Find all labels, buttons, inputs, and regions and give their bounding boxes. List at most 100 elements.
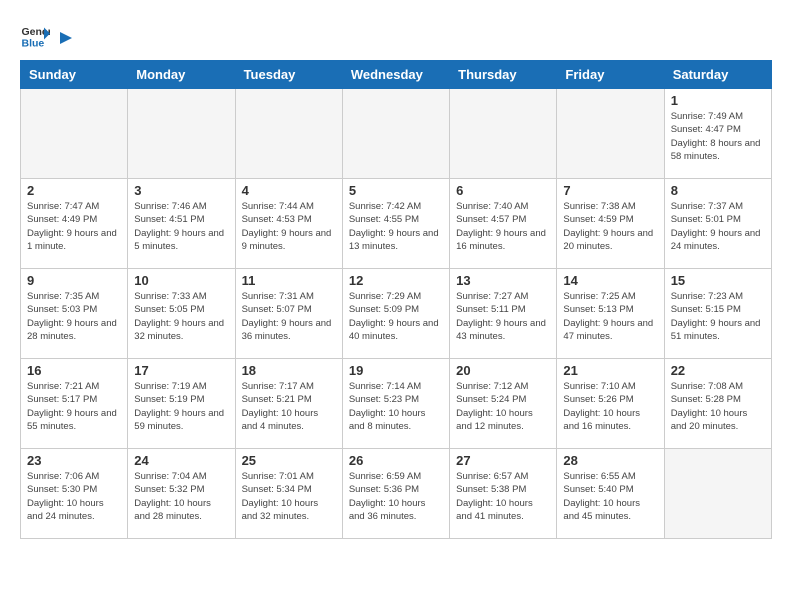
calendar-day-header: Sunday	[21, 61, 128, 89]
day-number: 7	[563, 183, 657, 198]
day-number: 11	[242, 273, 336, 288]
day-number: 20	[456, 363, 550, 378]
day-info: Sunrise: 7:21 AM Sunset: 5:17 PM Dayligh…	[27, 380, 121, 433]
calendar-day-cell: 9 Sunrise: 7:35 AM Sunset: 5:03 PM Daylig…	[21, 269, 128, 359]
calendar-day-cell: 18 Sunrise: 7:17 AM Sunset: 5:21 PM Dayli…	[235, 359, 342, 449]
page-header: General Blue	[20, 20, 772, 50]
day-info: Sunrise: 7:37 AM Sunset: 5:01 PM Dayligh…	[671, 200, 765, 253]
calendar-week-row: 23 Sunrise: 7:06 AM Sunset: 5:30 PM Dayli…	[21, 449, 772, 539]
logo: General Blue	[20, 20, 76, 50]
calendar-day-header: Saturday	[664, 61, 771, 89]
day-number: 6	[456, 183, 550, 198]
calendar-day-cell: 20 Sunrise: 7:12 AM Sunset: 5:24 PM Dayli…	[450, 359, 557, 449]
day-info: Sunrise: 6:55 AM Sunset: 5:40 PM Dayligh…	[563, 470, 657, 523]
day-info: Sunrise: 7:12 AM Sunset: 5:24 PM Dayligh…	[456, 380, 550, 433]
day-info: Sunrise: 7:25 AM Sunset: 5:13 PM Dayligh…	[563, 290, 657, 343]
day-info: Sunrise: 7:47 AM Sunset: 4:49 PM Dayligh…	[27, 200, 121, 253]
day-number: 17	[134, 363, 228, 378]
calendar-day-cell: 28 Sunrise: 6:55 AM Sunset: 5:40 PM Dayli…	[557, 449, 664, 539]
calendar-day-cell: 19 Sunrise: 7:14 AM Sunset: 5:23 PM Dayli…	[342, 359, 449, 449]
day-number: 28	[563, 453, 657, 468]
svg-text:Blue: Blue	[22, 37, 45, 49]
day-info: Sunrise: 7:33 AM Sunset: 5:05 PM Dayligh…	[134, 290, 228, 343]
day-info: Sunrise: 7:14 AM Sunset: 5:23 PM Dayligh…	[349, 380, 443, 433]
day-number: 12	[349, 273, 443, 288]
day-info: Sunrise: 7:40 AM Sunset: 4:57 PM Dayligh…	[456, 200, 550, 253]
calendar-week-row: 9 Sunrise: 7:35 AM Sunset: 5:03 PM Daylig…	[21, 269, 772, 359]
calendar-day-cell: 15 Sunrise: 7:23 AM Sunset: 5:15 PM Dayli…	[664, 269, 771, 359]
calendar-day-cell: 21 Sunrise: 7:10 AM Sunset: 5:26 PM Dayli…	[557, 359, 664, 449]
day-number: 13	[456, 273, 550, 288]
day-number: 9	[27, 273, 121, 288]
day-number: 5	[349, 183, 443, 198]
calendar-day-cell: 6 Sunrise: 7:40 AM Sunset: 4:57 PM Daylig…	[450, 179, 557, 269]
day-info: Sunrise: 7:10 AM Sunset: 5:26 PM Dayligh…	[563, 380, 657, 433]
day-number: 10	[134, 273, 228, 288]
calendar-day-cell	[557, 89, 664, 179]
day-number: 16	[27, 363, 121, 378]
calendar-day-cell: 12 Sunrise: 7:29 AM Sunset: 5:09 PM Dayli…	[342, 269, 449, 359]
day-number: 25	[242, 453, 336, 468]
calendar-day-cell	[342, 89, 449, 179]
day-number: 21	[563, 363, 657, 378]
day-number: 24	[134, 453, 228, 468]
calendar-day-cell: 27Sunrise: 6:57 AM Sunset: 5:38 PM Dayli…	[450, 449, 557, 539]
day-number: 18	[242, 363, 336, 378]
calendar-day-cell: 26Sunrise: 6:59 AM Sunset: 5:36 PM Dayli…	[342, 449, 449, 539]
calendar-day-cell	[21, 89, 128, 179]
calendar-day-header: Friday	[557, 61, 664, 89]
calendar-day-cell: 14 Sunrise: 7:25 AM Sunset: 5:13 PM Dayli…	[557, 269, 664, 359]
calendar-day-header: Tuesday	[235, 61, 342, 89]
day-info: Sunrise: 7:01 AM Sunset: 5:34 PM Dayligh…	[242, 470, 336, 523]
day-info: Sunrise: 7:29 AM Sunset: 5:09 PM Dayligh…	[349, 290, 443, 343]
day-number: 27	[456, 453, 550, 468]
calendar-day-header: Wednesday	[342, 61, 449, 89]
calendar-day-cell: 17 Sunrise: 7:19 AM Sunset: 5:19 PM Dayli…	[128, 359, 235, 449]
day-info: Sunrise: 7:38 AM Sunset: 4:59 PM Dayligh…	[563, 200, 657, 253]
calendar-day-cell: 13 Sunrise: 7:27 AM Sunset: 5:11 PM Dayli…	[450, 269, 557, 359]
calendar-day-cell: 1 Sunrise: 7:49 AM Sunset: 4:47 PM Daylig…	[664, 89, 771, 179]
calendar-week-row: 16 Sunrise: 7:21 AM Sunset: 5:17 PM Dayli…	[21, 359, 772, 449]
day-number: 22	[671, 363, 765, 378]
calendar-day-cell: 25 Sunrise: 7:01 AM Sunset: 5:34 PM Dayli…	[235, 449, 342, 539]
calendar-day-cell: 4Sunrise: 7:44 AM Sunset: 4:53 PM Daylig…	[235, 179, 342, 269]
day-info: Sunrise: 7:49 AM Sunset: 4:47 PM Dayligh…	[671, 110, 765, 163]
day-info: Sunrise: 7:23 AM Sunset: 5:15 PM Dayligh…	[671, 290, 765, 343]
day-number: 14	[563, 273, 657, 288]
calendar-day-cell: 10 Sunrise: 7:33 AM Sunset: 5:05 PM Dayli…	[128, 269, 235, 359]
calendar-day-cell: 16 Sunrise: 7:21 AM Sunset: 5:17 PM Dayli…	[21, 359, 128, 449]
calendar-header-row: SundayMondayTuesdayWednesdayThursdayFrid…	[21, 61, 772, 89]
calendar-day-cell: 23 Sunrise: 7:06 AM Sunset: 5:30 PM Dayli…	[21, 449, 128, 539]
day-number: 15	[671, 273, 765, 288]
day-number: 3	[134, 183, 228, 198]
calendar-day-cell: 5 Sunrise: 7:42 AM Sunset: 4:55 PM Daylig…	[342, 179, 449, 269]
logo-arrow-icon	[56, 28, 76, 48]
day-info: Sunrise: 7:04 AM Sunset: 5:32 PM Dayligh…	[134, 470, 228, 523]
day-number: 8	[671, 183, 765, 198]
calendar-day-cell: 8 Sunrise: 7:37 AM Sunset: 5:01 PM Daylig…	[664, 179, 771, 269]
calendar-day-cell: 2Sunrise: 7:47 AM Sunset: 4:49 PM Daylig…	[21, 179, 128, 269]
calendar-day-header: Monday	[128, 61, 235, 89]
day-info: Sunrise: 7:27 AM Sunset: 5:11 PM Dayligh…	[456, 290, 550, 343]
day-number: 1	[671, 93, 765, 108]
calendar-day-header: Thursday	[450, 61, 557, 89]
day-number: 4	[242, 183, 336, 198]
day-number: 26	[349, 453, 443, 468]
calendar-day-cell	[664, 449, 771, 539]
day-info: Sunrise: 7:17 AM Sunset: 5:21 PM Dayligh…	[242, 380, 336, 433]
day-info: Sunrise: 7:31 AM Sunset: 5:07 PM Dayligh…	[242, 290, 336, 343]
day-number: 19	[349, 363, 443, 378]
calendar-day-cell: 24 Sunrise: 7:04 AM Sunset: 5:32 PM Dayli…	[128, 449, 235, 539]
calendar-day-cell: 11 Sunrise: 7:31 AM Sunset: 5:07 PM Dayli…	[235, 269, 342, 359]
day-info: Sunrise: 7:06 AM Sunset: 5:30 PM Dayligh…	[27, 470, 121, 523]
calendar-week-row: 1 Sunrise: 7:49 AM Sunset: 4:47 PM Daylig…	[21, 89, 772, 179]
calendar-day-cell: 3Sunrise: 7:46 AM Sunset: 4:51 PM Daylig…	[128, 179, 235, 269]
calendar-table: SundayMondayTuesdayWednesdayThursdayFrid…	[20, 60, 772, 539]
calendar-week-row: 2Sunrise: 7:47 AM Sunset: 4:49 PM Daylig…	[21, 179, 772, 269]
day-number: 23	[27, 453, 121, 468]
day-info: Sunrise: 7:35 AM Sunset: 5:03 PM Dayligh…	[27, 290, 121, 343]
calendar-day-cell: 7 Sunrise: 7:38 AM Sunset: 4:59 PM Daylig…	[557, 179, 664, 269]
calendar-day-cell	[128, 89, 235, 179]
day-info: Sunrise: 7:42 AM Sunset: 4:55 PM Dayligh…	[349, 200, 443, 253]
day-info: Sunrise: 7:19 AM Sunset: 5:19 PM Dayligh…	[134, 380, 228, 433]
